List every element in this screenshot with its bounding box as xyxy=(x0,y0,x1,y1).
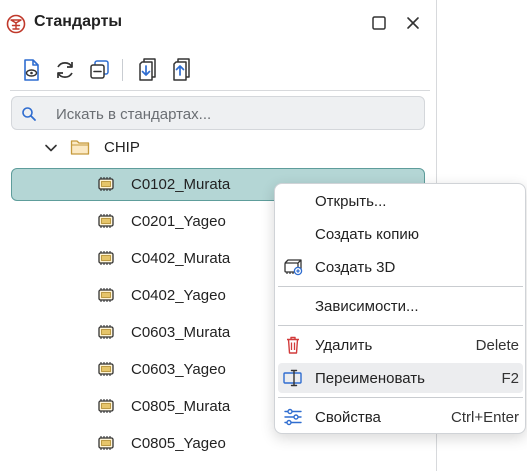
chip-icon xyxy=(96,176,116,192)
tree-item-label: C0402_Murata xyxy=(131,250,231,267)
chip-icon xyxy=(96,361,116,377)
chip-icon xyxy=(96,435,116,451)
folder-label: CHIP xyxy=(104,139,140,156)
chip-icon xyxy=(96,213,116,229)
menu-item-rename[interactable]: Переименовать F2 xyxy=(278,363,523,393)
menu-item-shortcut: Ctrl+Enter xyxy=(451,409,519,426)
close-icon[interactable] xyxy=(403,13,423,33)
menu-item-shortcut: F2 xyxy=(501,370,519,387)
toolbar-divider xyxy=(10,90,430,91)
search-box xyxy=(11,96,425,130)
standards-logo-icon xyxy=(6,14,26,34)
tree-item-label: C0805_Murata xyxy=(131,398,231,415)
chip-icon xyxy=(96,398,116,414)
tree-item-label: C0402_Yageo xyxy=(131,287,226,304)
tree-item-label: C0201_Yageo xyxy=(131,213,226,230)
chip-icon xyxy=(96,287,116,303)
menu-item-label: Создать 3D xyxy=(315,259,396,276)
menu-item-label: Удалить xyxy=(315,337,373,354)
menu-separator xyxy=(278,397,523,398)
maximize-icon[interactable] xyxy=(369,13,389,33)
search-input[interactable] xyxy=(54,100,418,128)
folder-icon xyxy=(70,138,90,156)
tree-item-label: C0603_Yageo xyxy=(131,361,226,378)
menu-item-duplicate[interactable]: Создать копию xyxy=(278,219,523,249)
context-menu: Открыть... Создать копию Создать 3D Зави… xyxy=(274,183,526,434)
rename-icon xyxy=(282,368,304,388)
collapse-all-icon[interactable] xyxy=(86,56,112,84)
menu-item-label: Открыть... xyxy=(315,193,387,210)
properties-sliders-icon xyxy=(282,407,304,427)
menu-item-label: Зависимости... xyxy=(315,298,419,315)
tree-item-label: C0805_Yageo xyxy=(131,435,226,452)
chevron-down-icon[interactable] xyxy=(43,140,59,156)
chip-icon xyxy=(96,324,116,340)
search-icon xyxy=(21,106,37,122)
chip-icon xyxy=(96,250,116,266)
tree-item-label: C0102_Murata xyxy=(131,176,231,193)
export-icon[interactable] xyxy=(168,56,194,84)
menu-item-create-3d[interactable]: Создать 3D xyxy=(278,252,523,282)
menu-item-properties[interactable]: Свойства Ctrl+Enter xyxy=(278,402,523,432)
menu-item-label: Свойства xyxy=(315,409,381,426)
toolbar-separator xyxy=(122,59,123,81)
import-icon[interactable] xyxy=(134,56,160,84)
tree-folder-chip[interactable]: CHIP xyxy=(0,134,436,162)
refresh-icon[interactable] xyxy=(52,56,78,84)
menu-separator xyxy=(278,286,523,287)
menu-item-dependencies[interactable]: Зависимости... xyxy=(278,291,523,321)
create-3d-icon xyxy=(282,257,304,277)
menu-item-delete[interactable]: Удалить Delete xyxy=(278,330,523,360)
menu-item-open[interactable]: Открыть... xyxy=(278,186,523,216)
panel-toolbar xyxy=(12,56,432,84)
menu-separator xyxy=(278,325,523,326)
tree-item-label: C0603_Murata xyxy=(131,324,231,341)
preview-document-icon[interactable] xyxy=(18,56,44,84)
trash-icon xyxy=(282,335,304,355)
menu-item-label: Создать копию xyxy=(315,226,419,243)
panel-titlebar: Стандарты xyxy=(0,0,436,46)
menu-item-label: Переименовать xyxy=(315,370,425,387)
panel-title: Стандарты xyxy=(34,13,123,30)
menu-item-shortcut: Delete xyxy=(475,337,519,354)
